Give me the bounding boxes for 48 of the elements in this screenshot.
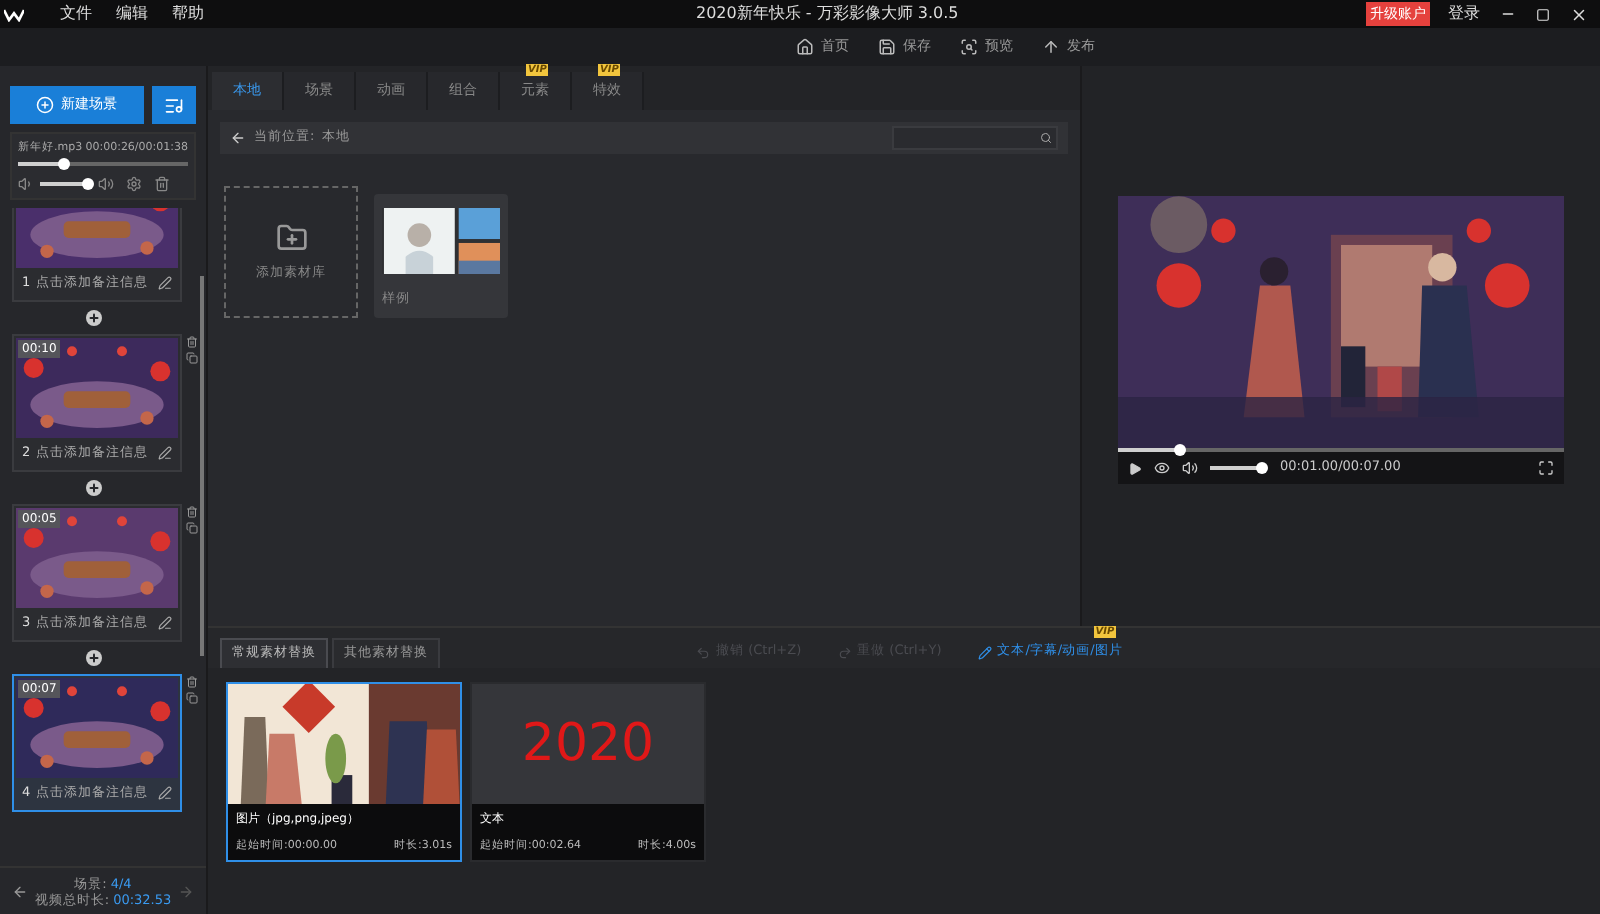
pencil-icon	[977, 645, 992, 660]
maximize-icon[interactable]	[1536, 7, 1550, 21]
fullscreen-icon[interactable]	[1538, 460, 1554, 476]
copy-icon[interactable]	[186, 692, 198, 705]
add-scene-icon[interactable]	[85, 650, 101, 667]
preview-icon	[959, 38, 977, 56]
trash-icon[interactable]	[186, 676, 198, 689]
add-scene-icon[interactable]	[85, 480, 101, 497]
volume-icon[interactable]	[1182, 460, 1198, 476]
trash-icon[interactable]	[154, 176, 170, 193]
plus-circle-icon	[36, 96, 55, 114]
edit-icon[interactable]	[158, 276, 172, 291]
add-scene-icon[interactable]	[85, 310, 101, 327]
save-icon	[877, 38, 895, 56]
volume-down-icon[interactable]	[18, 176, 34, 193]
trash-icon[interactable]	[186, 506, 198, 519]
music-progress[interactable]	[18, 162, 188, 167]
login-link[interactable]: 登录	[1448, 2, 1480, 26]
undo-icon	[696, 645, 710, 660]
folder-plus-icon	[275, 221, 307, 254]
previous-arrow-icon[interactable]	[12, 883, 28, 899]
close-icon[interactable]	[1570, 5, 1588, 23]
edit-icon[interactable]	[158, 786, 172, 801]
search-field[interactable]	[892, 126, 1058, 150]
trash-icon[interactable]	[186, 336, 198, 349]
music-list-button[interactable]	[151, 86, 196, 124]
volume-up-icon[interactable]	[98, 176, 114, 193]
eye-icon[interactable]	[1154, 460, 1170, 476]
copy-icon[interactable]	[186, 522, 198, 535]
search-icon	[1040, 132, 1052, 144]
arrow-up-icon	[1041, 38, 1059, 56]
text-preview: 2020	[521, 714, 655, 774]
menu-item[interactable]: 编辑	[116, 2, 148, 26]
play-icon[interactable]	[1128, 461, 1142, 475]
home-icon	[795, 38, 813, 56]
edit-icon[interactable]	[158, 446, 172, 461]
music-list-icon	[163, 95, 184, 115]
redo-icon	[837, 645, 852, 660]
back-arrow-icon[interactable]	[230, 130, 246, 146]
settings-icon[interactable]	[126, 176, 142, 193]
copy-icon[interactable]	[186, 352, 198, 365]
music-volume-slider[interactable]	[40, 182, 88, 187]
logo-icon	[4, 7, 24, 21]
scrollbar[interactable]	[200, 276, 204, 657]
edit-icon[interactable]	[158, 616, 172, 631]
window-title: 2020新年快乐 - 万彩影像大师 3.0.5	[696, 2, 959, 26]
menu-item[interactable]: 帮助	[172, 2, 204, 26]
menu-item[interactable]: 文件	[60, 2, 92, 26]
